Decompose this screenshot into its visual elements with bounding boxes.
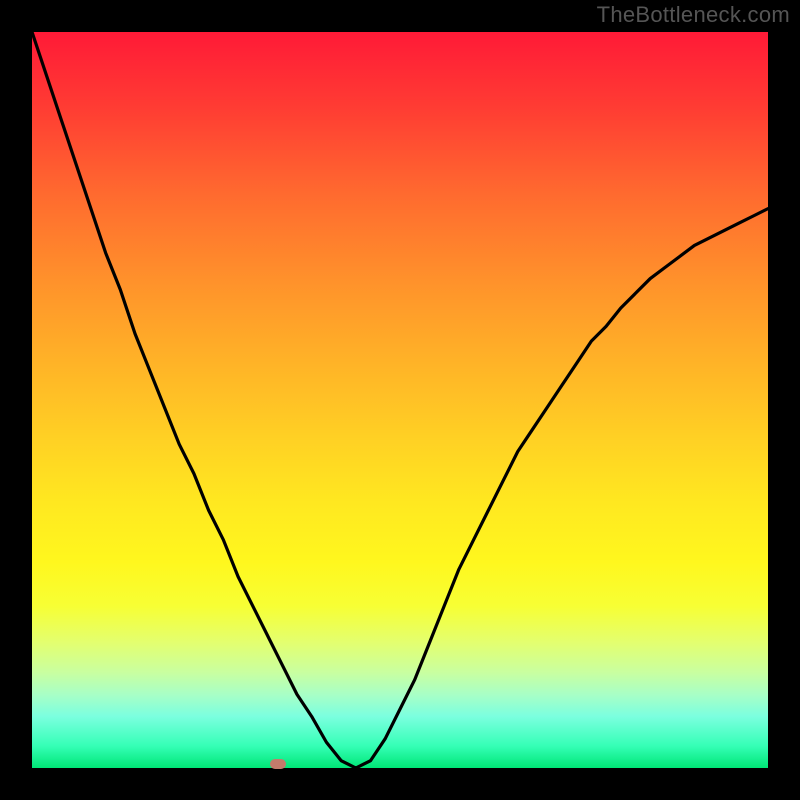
chart-frame: TheBottleneck.com [0, 0, 800, 800]
bottleneck-curve [32, 32, 768, 768]
optimal-point-marker [270, 759, 286, 769]
watermark-label: TheBottleneck.com [597, 2, 790, 28]
plot-area [32, 32, 768, 768]
